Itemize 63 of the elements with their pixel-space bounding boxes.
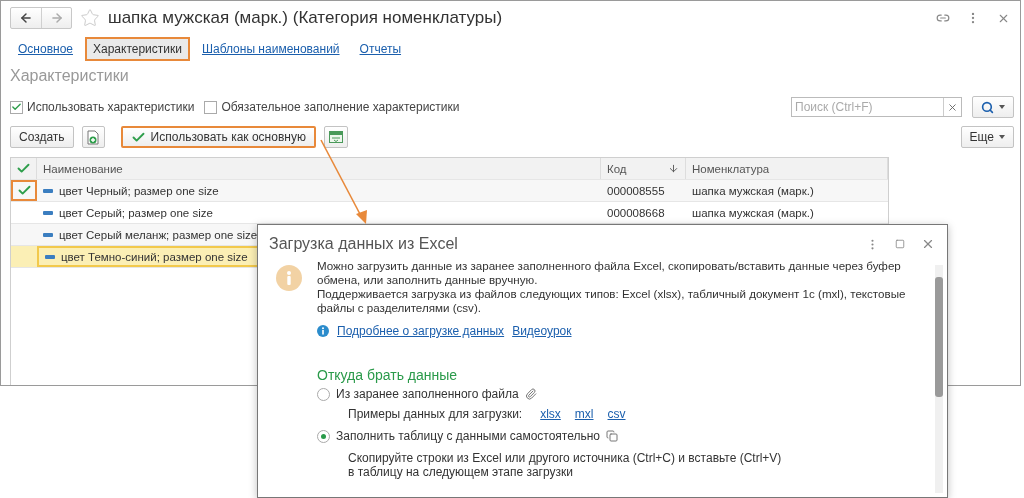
section-title: Характеристики [10, 66, 130, 86]
description-text: Поддерживается загрузка из файлов следующих типов: Excel (xlsx), табличный документ 1с (mxl), текстовые файлы с разделителями (csv). [317, 287, 907, 315]
radio-button[interactable] [317, 429, 330, 443]
table-cell: цвет Серый меланж; размер one size [59, 228, 258, 241]
main-column-check-icon [16, 161, 31, 176]
help-link[interactable]: Подробнее о загрузке данных [337, 324, 505, 338]
table-cell: цвет Серый; размер one size [59, 206, 213, 219]
table-cell: шапка мужская (марк.) [692, 206, 814, 219]
radio-label: Из заранее заполненного файла [336, 387, 519, 401]
tab[interactable]: Отчеты [351, 37, 410, 61]
checkbox-label: Обязательное заполнение характеристики [221, 100, 460, 114]
square-icon [895, 239, 905, 249]
example-link[interactable]: xlsx [540, 407, 561, 421]
info-icon [317, 325, 329, 337]
scrollbar[interactable] [935, 265, 943, 493]
search-icon [981, 100, 994, 114]
table-cell: цвет Темно-синий; размер one size [61, 250, 248, 263]
column-header[interactable]: Наименование [43, 162, 123, 175]
help-link[interactable]: Видеоурок [512, 324, 572, 338]
dialog-title: Загрузка данных из Excel [269, 235, 459, 253]
example-link[interactable]: mxl [574, 407, 594, 421]
tab[interactable]: Основное [10, 37, 81, 61]
hint-text: Скопируйте строки из Excel или другого источника (Ctrl+C) и вставьте (Ctrl+V) в таблицу на следующем этапе загрузки [348, 451, 783, 479]
document-plus-icon [86, 129, 100, 145]
spreadsheet-icon [328, 131, 343, 143]
checkbox[interactable] [10, 100, 23, 114]
search-field[interactable]: Поиск (Ctrl+F) [791, 97, 962, 117]
close-icon [947, 101, 958, 113]
info-icon [276, 265, 302, 291]
excel-load-button[interactable] [323, 126, 348, 148]
caret-icon [999, 135, 1005, 139]
link-icon [936, 11, 950, 25]
radio-label: Заполнить таблицу с данными самостоятельно [336, 429, 601, 443]
copy-icon[interactable] [606, 430, 619, 442]
create-button[interactable]: Создать [10, 126, 74, 148]
search-button[interactable] [972, 96, 1014, 118]
description-text: Можно загрузить данные из заранее заполненного файла Excel, скопировать/вставить данные через буфер обмена, или заполнить данные вручную. [317, 259, 902, 287]
more-button[interactable]: Еще [960, 126, 1014, 148]
column-header[interactable]: Номенклатура [692, 162, 770, 175]
checkbox-label: Использовать характеристики [27, 100, 195, 114]
use-as-main-button[interactable]: Использовать как основную [120, 126, 316, 148]
item-icon [43, 188, 53, 193]
tab[interactable]: Шаблоны наименований [193, 37, 348, 61]
tab[interactable]: Характеристики [85, 37, 190, 61]
caret-icon [999, 105, 1005, 109]
favorite-star-icon[interactable] [80, 8, 100, 28]
checkbox[interactable] [204, 100, 218, 114]
table-cell: 000008555 [607, 184, 665, 197]
radio-button[interactable] [317, 387, 330, 401]
examples-label: Примеры данных для загрузки: [348, 407, 523, 421]
section-heading: Откуда брать данные [317, 367, 459, 383]
paperclip-icon[interactable] [524, 388, 537, 400]
item-icon [43, 232, 53, 237]
table-cell: цвет Черный; размер one size [59, 184, 219, 197]
add-document-button[interactable] [81, 126, 105, 148]
column-header[interactable]: Код [607, 162, 627, 175]
close-icon [921, 237, 935, 251]
example-link[interactable]: csv [607, 407, 626, 421]
window-title: шапка мужская (марк.) (Категория номенклатуры) [108, 8, 504, 28]
table-cell: 000008668 [607, 206, 665, 219]
table-cell: шапка мужская (марк.) [692, 184, 814, 197]
item-icon [45, 254, 55, 259]
item-icon [43, 210, 53, 215]
